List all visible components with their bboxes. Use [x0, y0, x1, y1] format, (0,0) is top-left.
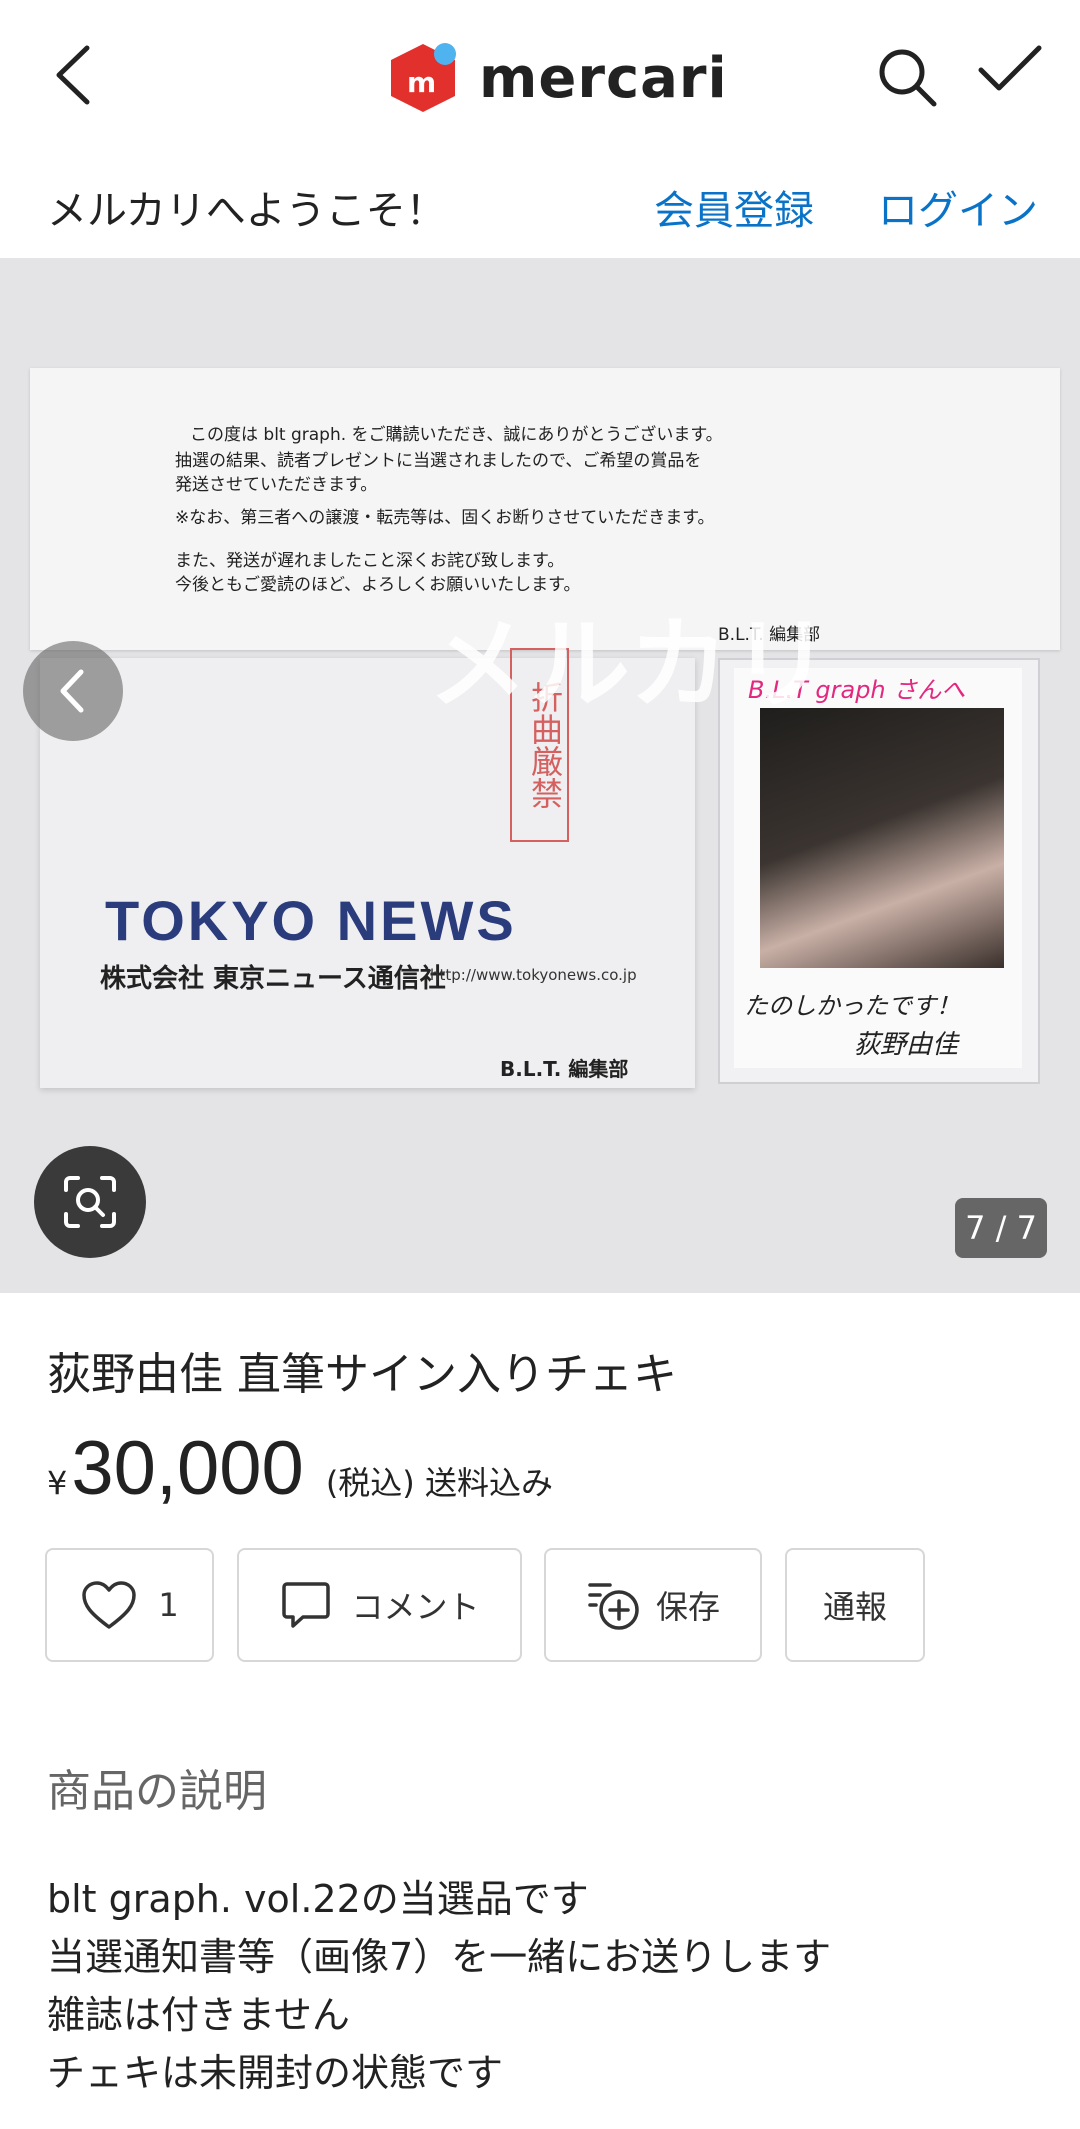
- svg-text:m: m: [407, 66, 436, 99]
- item-title: 荻野由佳 直筆サイン入りチェキ: [47, 1349, 677, 1400]
- top-app-bar: m mercari: [0, 0, 1080, 155]
- mercari-watermark: メルカリ: [428, 606, 833, 723]
- report-label: 通報: [822, 1588, 887, 1626]
- like-button[interactable]: 1: [45, 1548, 214, 1662]
- login-link[interactable]: ログイン: [878, 178, 1038, 236]
- description-line: チェキは未開封の状態です: [47, 2051, 504, 2095]
- welcome-message: メルカリへようこそ！: [47, 188, 446, 234]
- description-line: 雑誌は付きません: [47, 1993, 350, 2037]
- chevron-left-icon: [60, 669, 84, 713]
- letter-line: 抽選の結果、読者プレゼントに当選されましたので、ご希望の賞品を: [175, 451, 702, 471]
- description-line: 当選通知書等（画像7）を一緒にお送りします: [47, 1935, 832, 1979]
- envelope-company: 株式会社 東京ニュース通信社: [100, 964, 446, 994]
- back-icon[interactable]: [45, 40, 105, 110]
- currency-symbol: ¥: [47, 1464, 68, 1502]
- polaroid-photo: [760, 708, 1004, 968]
- save-label: 保存: [655, 1588, 720, 1626]
- report-button[interactable]: 通報: [785, 1548, 925, 1662]
- letter-line: この度は blt graph. をご購読いただき、誠にありがとうございます。: [190, 425, 723, 445]
- tax-shipping-note: (税込) 送料込み: [325, 1464, 553, 1502]
- description-heading: 商品の説明: [47, 1766, 267, 1817]
- register-link[interactable]: 会員登録: [654, 178, 814, 236]
- signed-polaroid: B.L.T graph さんへ たのしかったです！ 荻野由佳: [734, 668, 1022, 1068]
- lens-search-icon: [64, 1176, 116, 1228]
- description-line: blt graph. vol.22の当選品です: [47, 1877, 589, 1921]
- comment-button[interactable]: コメント: [237, 1548, 522, 1662]
- image-counter: 7 / 7: [955, 1198, 1047, 1258]
- add-to-list-icon: [588, 1583, 639, 1630]
- save-button[interactable]: 保存: [544, 1548, 762, 1662]
- comment-label: コメント: [351, 1588, 480, 1626]
- letter-line: ※なお、第三者への譲渡・転売等は、固くお断りさせていただきます。: [175, 508, 715, 528]
- search-icon[interactable]: [872, 42, 942, 112]
- mercari-logo-icon: m: [391, 43, 456, 112]
- image-search-button[interactable]: [34, 1146, 146, 1258]
- polaroid-signature: 荻野由佳: [854, 1030, 959, 1060]
- product-image-carousel[interactable]: この度は blt graph. をご購読いただき、誠にありがとうございます。 抽…: [0, 258, 1080, 1293]
- envelope-brand: TOKYO NEWS: [105, 889, 517, 952]
- logo-wordmark: mercari: [479, 45, 728, 111]
- letter-line: 発送させていただきます。: [175, 475, 378, 495]
- previous-image-button[interactable]: [23, 641, 123, 741]
- heart-icon: [82, 1581, 137, 1629]
- like-count: 1: [158, 1586, 179, 1624]
- item-price: 30,000: [71, 1426, 304, 1511]
- price-row: ¥ 30,000 (税込) 送料込み: [47, 1425, 553, 1512]
- check-icon[interactable]: [975, 40, 1045, 100]
- letter-line: また、発送が遅れましたこと深くお詫び致します。: [175, 551, 565, 571]
- comment-icon: [282, 1582, 331, 1628]
- envelope-url: http://www.tokyonews.co.jp: [430, 966, 637, 984]
- mercari-logo[interactable]: m mercari: [383, 38, 728, 118]
- envelope-editor: B.L.T. 編集部: [500, 1057, 629, 1081]
- polaroid-message: たのしかったです！: [744, 992, 960, 1020]
